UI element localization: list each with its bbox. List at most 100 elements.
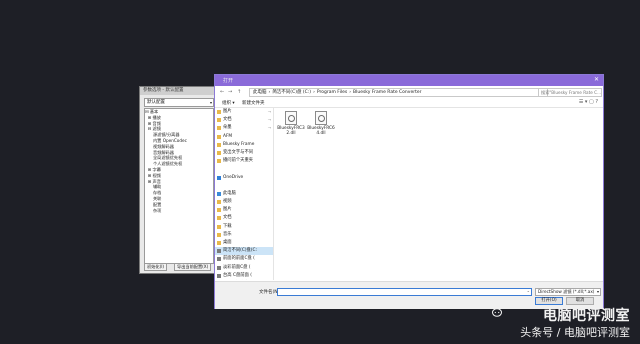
folder-icon xyxy=(217,208,221,213)
nav-item[interactable]: AFM xyxy=(215,133,273,141)
filename-input[interactable]: ⌄ xyxy=(277,288,532,296)
nav-item[interactable]: 简洁不同(C)盘(C: xyxy=(215,247,273,256)
nav-item-label: 前面的前面C盘 ( xyxy=(223,256,255,262)
breadcrumb-segment[interactable]: Program Files xyxy=(317,90,347,95)
watermark-title: 电脑吧评测室 xyxy=(543,308,630,324)
nav-item-label: 朵墨 xyxy=(223,125,232,131)
folder-icon xyxy=(217,142,221,147)
toolbar: 组织 ▾ 新建文件夹 ☰ ▾ ▢ ? xyxy=(215,98,603,108)
nav-item[interactable]: 播问前个天重夹 xyxy=(215,157,273,165)
nav-item[interactable]: 文档 xyxy=(215,214,273,222)
nav-item xyxy=(215,165,273,173)
filetype-select[interactable]: DirectShow 滤镜 (*.dll;*.ax) ▾ xyxy=(535,288,601,296)
file-item[interactable]: BlueskyFRC64.dll xyxy=(307,111,335,136)
reset-button[interactable]: 初始化(I) xyxy=(144,263,168,271)
breadcrumb-segment[interactable]: 简洁不同(C)盘 (C:) xyxy=(272,90,311,95)
breadcrumb-separator: › xyxy=(313,90,315,95)
chevron-down-icon: ▾ xyxy=(209,100,212,105)
profile-select[interactable]: 默认配置 ▾ xyxy=(144,98,214,107)
nav-item-label: 播问前个天重夹 xyxy=(223,158,254,164)
folder-icon xyxy=(217,118,221,123)
watermark-subtitle: 头条号 / 电脑吧评测室 xyxy=(520,326,630,339)
folder-icon xyxy=(217,224,221,229)
back-arrow-icon[interactable]: ← xyxy=(220,89,224,95)
dll-file-icon xyxy=(315,111,327,125)
cloud-icon xyxy=(217,175,221,180)
export-config-button[interactable]: 导出当前配置(X) xyxy=(174,263,212,271)
nav-item[interactable]: 前面的前面C盘 ( xyxy=(215,255,273,263)
filetype-value: DirectShow 滤镜 (*.dll;*.ax) xyxy=(538,289,595,294)
nav-item-label: 文档 xyxy=(223,215,232,221)
dialog-title: 打开 xyxy=(223,78,234,84)
nav-item[interactable]: 视频 xyxy=(215,198,273,206)
nav-item[interactable]: 下载 xyxy=(215,223,273,231)
nav-item-label: 文档 xyxy=(223,117,232,123)
nav-item-label: 视频 xyxy=(223,199,232,205)
folder-icon xyxy=(217,216,221,221)
nav-item-label: 简洁不同(C)盘(C: xyxy=(223,248,257,254)
new-folder-button[interactable]: 新建文件夹 xyxy=(242,100,265,106)
pin-icon[interactable]: ⊸ xyxy=(268,124,271,132)
folder-icon xyxy=(217,241,221,245)
pin-icon[interactable]: ⊸ xyxy=(268,116,271,124)
nav-item[interactable]: 图片 xyxy=(215,206,273,214)
navigation-pane[interactable]: 图片 ⊸ 文档 ⊸ 朵墨 ⊸ AFM Bluesky Frame 变出文字与不同 播问前个天重夹 O… xyxy=(215,108,274,280)
nav-item-label: 台高 C盘前面 ( xyxy=(223,272,252,278)
folder-icon xyxy=(217,110,221,114)
nav-item[interactable]: 图片 ⊸ xyxy=(215,108,273,116)
nav-item[interactable]: 台高 C盘前面 ( xyxy=(215,272,273,280)
nav-item xyxy=(215,182,273,190)
nav-item-label: 淡彩前面C盘 ( xyxy=(223,264,251,270)
address-bar: ← → ↑ 此电脑 › 简洁不同(C)盘 (C:) › Program Files › Bl… xyxy=(215,86,603,98)
file-item[interactable]: BlueskyFRC32.dll xyxy=(277,111,305,136)
drive-icon xyxy=(217,249,221,254)
up-arrow-icon[interactable]: ↑ xyxy=(237,89,241,95)
cancel-button[interactable]: 取消 xyxy=(566,297,594,305)
nav-item-label: 变出文字与不同 xyxy=(223,149,254,155)
nav-item[interactable]: 朵墨 ⊸ xyxy=(215,124,273,132)
profile-select-value: 默认配置 xyxy=(147,100,165,105)
computer-icon xyxy=(217,191,221,196)
chevron-down-icon[interactable]: ⌄ xyxy=(527,288,530,293)
organize-button[interactable]: 组织 ▾ xyxy=(222,100,235,106)
dialog-titlebar[interactable]: 打开 ✕ xyxy=(215,75,603,86)
preferences-panel: 参数选项 - 默认配置 默认配置 ▾ ⊟ 基本 ⊞ 播放 ⊞ 音频 ⊟ 滤镜 源… xyxy=(139,86,216,274)
nav-item[interactable]: OneDrive xyxy=(215,174,273,182)
nav-item[interactable]: 文档 ⊸ xyxy=(215,116,273,124)
drive-icon xyxy=(217,257,221,262)
nav-item[interactable]: 音乐 xyxy=(215,231,273,239)
nav-item[interactable]: 变出文字与不同 xyxy=(215,149,273,157)
nav-item-label: 下载 xyxy=(223,223,232,229)
view-options-icon[interactable]: ☰ ▾ ▢ ? xyxy=(579,99,598,105)
chat-bubble-icon xyxy=(492,308,502,317)
nav-item-label: Bluesky Frame xyxy=(223,141,255,147)
nav-item[interactable]: 淡彩前面C盘 ( xyxy=(215,264,273,272)
desktop: { "panel": { "title": "参数选项 - 默认配置", "pr… xyxy=(0,0,640,344)
folder-icon xyxy=(217,126,221,131)
close-icon[interactable]: ✕ xyxy=(594,76,599,83)
forward-arrow-icon[interactable]: → xyxy=(228,89,232,95)
nav-item[interactable]: Bluesky Frame xyxy=(215,141,273,149)
file-name: BlueskyFRC64.dll xyxy=(307,126,335,136)
settings-tree-item[interactable]: 杂项 xyxy=(145,208,213,214)
breadcrumb-segment[interactable]: Bluesky Frame Rate Converter xyxy=(353,90,421,95)
open-file-dialog: 打开 ✕ ← → ↑ 此电脑 › 简洁不同(C)盘 (C:) › Program Fil… xyxy=(214,74,604,309)
chevron-down-icon: ▾ xyxy=(596,289,599,294)
file-list[interactable]: BlueskyFRC32.dll BlueskyFRC64.dll xyxy=(277,111,597,271)
nav-item[interactable]: 此电脑 xyxy=(215,190,273,198)
nav-item-label: 音乐 xyxy=(223,231,232,237)
nav-item[interactable]: 桌面 xyxy=(215,239,273,247)
search-input[interactable]: 搜索"Bluesky Frame Rate C... xyxy=(538,88,602,97)
open-button[interactable]: 打开(O) xyxy=(535,297,563,305)
pin-icon[interactable]: ⊸ xyxy=(268,108,271,116)
dll-file-icon xyxy=(285,111,297,125)
folder-icon xyxy=(217,232,221,237)
nav-item-label: 桌面 xyxy=(223,240,232,245)
path-breadcrumb[interactable]: 此电脑 › 简洁不同(C)盘 (C:) › Program Files › Bluesky … xyxy=(249,88,548,97)
breadcrumb-separator: › xyxy=(268,90,271,95)
folder-icon xyxy=(217,159,221,164)
file-name: BlueskyFRC32.dll xyxy=(277,126,305,136)
breadcrumb-segment[interactable]: 此电脑 xyxy=(253,90,267,95)
nav-item-label: OneDrive xyxy=(223,174,244,180)
settings-tree[interactable]: ⊟ 基本 ⊞ 播放 ⊞ 音频 ⊟ 滤镜 源滤镜/分离器 内置 OpenCodec… xyxy=(144,108,214,264)
